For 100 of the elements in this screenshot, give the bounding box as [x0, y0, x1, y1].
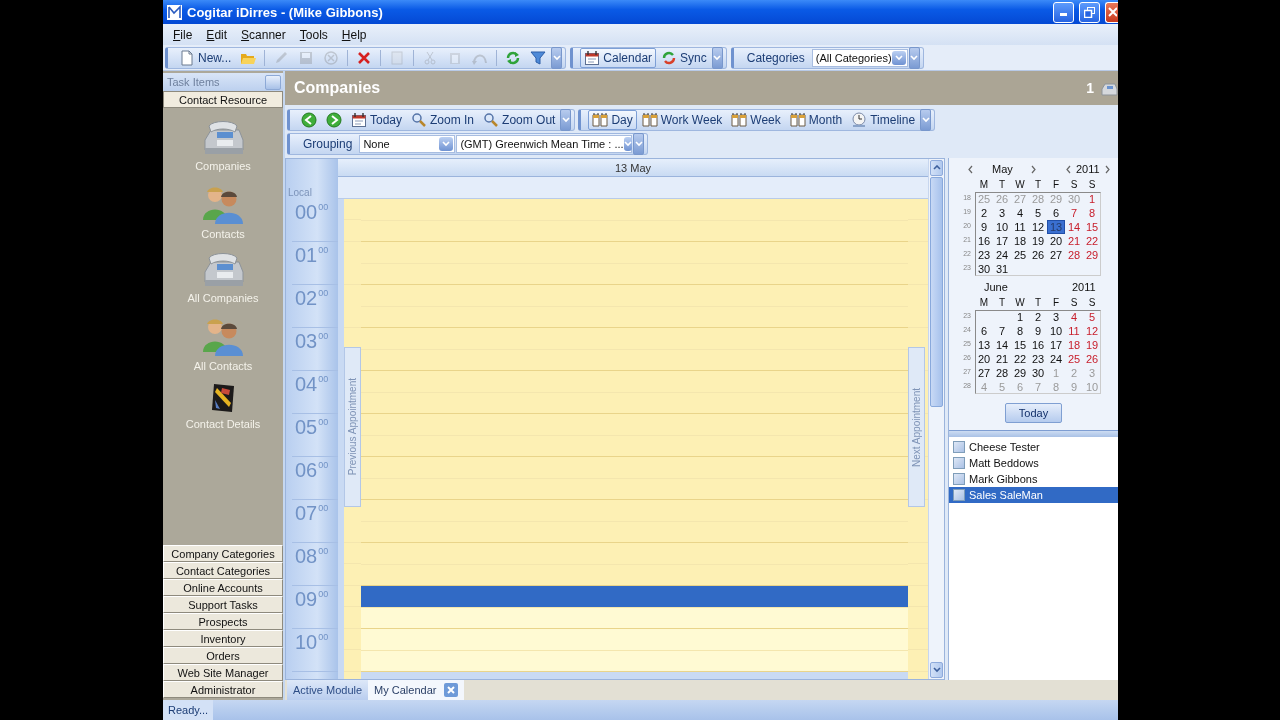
nav-button[interactable]: Web Site Manager	[163, 664, 283, 681]
calendar-day[interactable]: 25	[1011, 248, 1029, 262]
calendar-day[interactable]: 23	[1029, 352, 1047, 366]
nav-button[interactable]: Company Categories	[163, 545, 283, 562]
splitter[interactable]	[949, 430, 1118, 437]
calendar-day[interactable]: 3	[1047, 310, 1065, 324]
calendar-day[interactable]: 17	[1047, 338, 1065, 352]
calendar-day[interactable]: 12	[1029, 220, 1047, 234]
calendar-day[interactable]: 14	[993, 338, 1011, 352]
calendar-day[interactable]: 18	[1065, 338, 1083, 352]
toolbar-overflow-button[interactable]	[633, 133, 645, 155]
calendar-day[interactable]: 28	[1065, 248, 1083, 262]
calendar-day[interactable]: 30	[975, 262, 993, 276]
calendar-day[interactable]: 21	[993, 352, 1011, 366]
checkbox[interactable]	[953, 473, 965, 485]
toolbar-button[interactable]: Zoom In	[407, 110, 479, 130]
calendar-day[interactable]: 13	[975, 338, 993, 352]
toolbar-overflow-button[interactable]	[560, 109, 572, 131]
calendar-day[interactable]: 5	[1029, 206, 1047, 220]
nav-button[interactable]: Inventory	[163, 630, 283, 647]
nav-button[interactable]: Contact Categories	[163, 562, 283, 579]
toolbar-overflow-button[interactable]	[920, 109, 932, 131]
calendar-day[interactable]: 10	[1047, 324, 1065, 338]
toolbar-overflow-button[interactable]	[908, 46, 920, 69]
minimize-button[interactable]	[1053, 1, 1074, 23]
calendar-day[interactable]: 9	[975, 220, 993, 234]
view-button[interactable]: Week	[727, 110, 785, 130]
view-button[interactable]: Day	[588, 110, 637, 130]
calendar-day[interactable]: 2	[1029, 310, 1047, 324]
all-day-area[interactable]	[338, 177, 928, 199]
calendar-day[interactable]: 24	[1047, 352, 1065, 366]
time-slot[interactable]	[361, 586, 908, 608]
view-button[interactable]: Calendar	[580, 47, 657, 68]
checkbox[interactable]	[953, 441, 965, 453]
calendar-day[interactable]: 29	[1083, 248, 1101, 262]
view-button[interactable]: Timeline	[847, 110, 920, 130]
calendar-day[interactable]: 16	[975, 234, 993, 248]
calendar-day[interactable]: 12	[1083, 324, 1101, 338]
calendar-day[interactable]: 14	[1065, 220, 1083, 234]
pin-button[interactable]	[265, 74, 281, 90]
calendar-day[interactable]: 19	[1083, 338, 1101, 352]
chevron-left-icon[interactable]	[1065, 164, 1072, 174]
scrollbar[interactable]	[928, 159, 944, 679]
calendar-day[interactable]: 26	[1029, 248, 1047, 262]
resource-item[interactable]: Mark Gibbons	[949, 471, 1118, 487]
calendar-day[interactable]: 2	[975, 206, 993, 220]
calendar-day[interactable]: 6	[1047, 206, 1065, 220]
menu-item[interactable]: Tools	[293, 27, 334, 42]
calendar-day[interactable]: 30	[1029, 366, 1047, 380]
calendar-day[interactable]: 1	[1011, 310, 1029, 324]
nav-button[interactable]: Prospects	[163, 613, 283, 630]
toolbar-overflow-button[interactable]	[551, 46, 563, 69]
calendar-day[interactable]: 3	[993, 206, 1011, 220]
view-button[interactable]: Month	[785, 110, 847, 130]
timezone-select[interactable]: (GMT) Greenwich Mean Time : ...	[456, 135, 633, 153]
menu-item[interactable]: Help	[335, 27, 373, 42]
close-button[interactable]	[1105, 1, 1118, 23]
calendar-day[interactable]: 22	[1083, 234, 1101, 248]
calendar-day[interactable]: 21	[1065, 234, 1083, 248]
calendar-day[interactable]: 27	[975, 366, 993, 380]
nav-button[interactable]: Online Accounts	[163, 579, 283, 596]
calendar-day[interactable]: 8	[1083, 206, 1101, 220]
calendar-day[interactable]: 11	[1011, 220, 1029, 234]
checkbox[interactable]	[953, 457, 965, 469]
categories-select[interactable]: (All Categories)	[811, 48, 908, 67]
chevron-right-icon[interactable]	[1030, 164, 1037, 174]
calendar-day[interactable]: 5	[1083, 310, 1101, 324]
nav-button[interactable]: Orders	[163, 647, 283, 664]
calendar-day[interactable]: 22	[1011, 352, 1029, 366]
calendar-day[interactable]: 4	[1065, 310, 1083, 324]
calendar-day[interactable]: 8	[1011, 324, 1029, 338]
resource-item[interactable]: Sales SaleMan	[949, 487, 1118, 503]
toolbar-overflow-button[interactable]	[711, 46, 723, 69]
calendar-day[interactable]: 9	[1029, 324, 1047, 338]
calendar-day[interactable]: 27	[1047, 248, 1065, 262]
calendar-day[interactable]: 10	[993, 220, 1011, 234]
tab[interactable]: My Calendar	[368, 680, 465, 700]
menu-item[interactable]: Edit	[200, 27, 234, 42]
today-button[interactable]: Today	[1005, 403, 1062, 423]
resource-item[interactable]: Cheese Tester	[949, 439, 1118, 455]
resource-item[interactable]: Matt Beddows	[949, 455, 1118, 471]
calendar-day[interactable]: 15	[1083, 220, 1101, 234]
calendar-day[interactable]: 20	[975, 352, 993, 366]
toolbar-button[interactable]: Zoom Out	[479, 110, 560, 130]
view-button[interactable]: Work Week	[637, 110, 727, 130]
calendar-day[interactable]: 16	[1029, 338, 1047, 352]
calendar-day[interactable]: 7	[1065, 206, 1083, 220]
grouping-select[interactable]: None	[359, 135, 456, 153]
restore-button[interactable]	[1079, 1, 1100, 23]
menu-item[interactable]: Scanner	[235, 27, 292, 42]
calendar-day[interactable]: 18	[1011, 234, 1029, 248]
section-button[interactable]: Contact Resource	[163, 91, 283, 108]
checkbox[interactable]	[953, 489, 965, 501]
view-button[interactable]: Sync	[657, 47, 711, 68]
calendar-day[interactable]: 28	[993, 366, 1011, 380]
calendar-day[interactable]: 25	[1065, 352, 1083, 366]
calendar-day[interactable]: 23	[975, 248, 993, 262]
toolbar-button[interactable]: Today	[347, 110, 407, 130]
calendar-day[interactable]: 15	[1011, 338, 1029, 352]
calendar-day[interactable]: 11	[1065, 324, 1083, 338]
